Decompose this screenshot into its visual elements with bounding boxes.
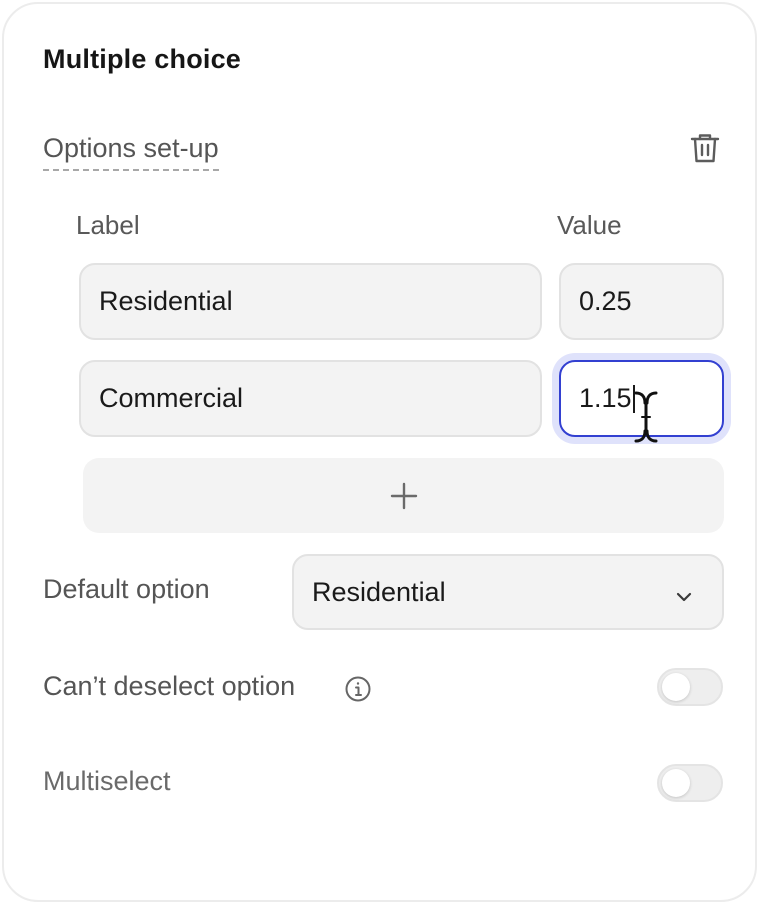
options-setup-label[interactable]: Options set-up (43, 131, 219, 171)
option-value-text: 1.15 (579, 383, 632, 413)
toggle-knob (662, 769, 690, 797)
label-column-header: Label (76, 210, 140, 240)
add-option-button[interactable] (83, 458, 724, 533)
value-column-header: Value (557, 210, 622, 240)
panel-title: Multiple choice (43, 44, 242, 74)
option-label-text: Commercial (99, 383, 244, 413)
option-label-input[interactable]: Residential (79, 263, 542, 340)
option-label-input[interactable]: Commercial (79, 360, 542, 437)
default-option-label: Default option (43, 574, 210, 604)
info-icon[interactable] (344, 675, 372, 703)
plus-icon (390, 482, 417, 509)
option-label-text: Residential (99, 286, 233, 316)
multiselect-label: Multiselect (43, 766, 171, 796)
toggle-knob (662, 673, 690, 701)
multiple-choice-panel: Multiple choice Options set-up Label Val… (2, 2, 757, 902)
trash-icon[interactable] (687, 130, 723, 166)
multiselect-toggle[interactable] (657, 764, 723, 802)
option-value-input[interactable]: 0.25 (559, 263, 724, 340)
i-beam-cursor-icon (632, 389, 662, 445)
default-option-select[interactable]: Residential (292, 554, 724, 630)
default-option-value: Residential (312, 576, 446, 607)
cant-deselect-label: Can’t deselect option (43, 671, 296, 701)
chevron-down-icon (674, 583, 694, 603)
option-value-text: 0.25 (579, 286, 632, 316)
cant-deselect-toggle[interactable] (657, 668, 723, 706)
